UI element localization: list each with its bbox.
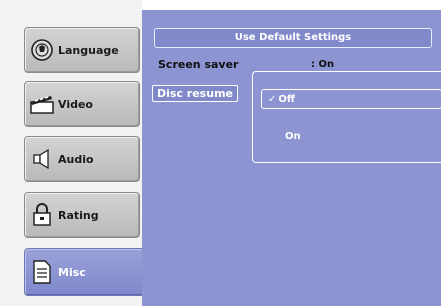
document-icon: [29, 259, 55, 285]
disc-resume-label[interactable]: Disc resume: [152, 85, 238, 102]
option-label: On: [285, 131, 301, 142]
screen-saver-label[interactable]: Screen saver: [158, 58, 238, 71]
tab-label: Misc: [58, 265, 86, 279]
tab-audio[interactable]: Audio: [24, 136, 140, 182]
tab-label: Rating: [58, 208, 99, 222]
lock-icon: [29, 202, 55, 228]
tab-label: Language: [58, 43, 119, 57]
option-on[interactable]: On: [285, 131, 301, 142]
tab-video[interactable]: Video: [24, 81, 140, 127]
tab-rating[interactable]: Rating: [24, 192, 140, 238]
language-icon: [29, 37, 55, 63]
video-clapper-icon: [29, 91, 55, 117]
tab-label: Video: [58, 97, 93, 111]
settings-tab-column: Language Video Audio Rating Misc: [0, 0, 148, 306]
use-default-settings-button[interactable]: Use Default Settings: [154, 28, 432, 48]
option-off[interactable]: ✓ Off: [261, 89, 441, 109]
checkmark-icon: ✓: [268, 94, 277, 105]
tab-misc[interactable]: Misc: [24, 248, 148, 296]
speaker-icon: [29, 146, 55, 172]
screen-saver-value: : On: [311, 59, 335, 70]
option-label: Off: [278, 94, 295, 105]
disc-resume-dropdown: ✓ Off On: [252, 71, 441, 163]
tab-language[interactable]: Language: [24, 27, 140, 73]
tab-label: Audio: [58, 152, 94, 166]
